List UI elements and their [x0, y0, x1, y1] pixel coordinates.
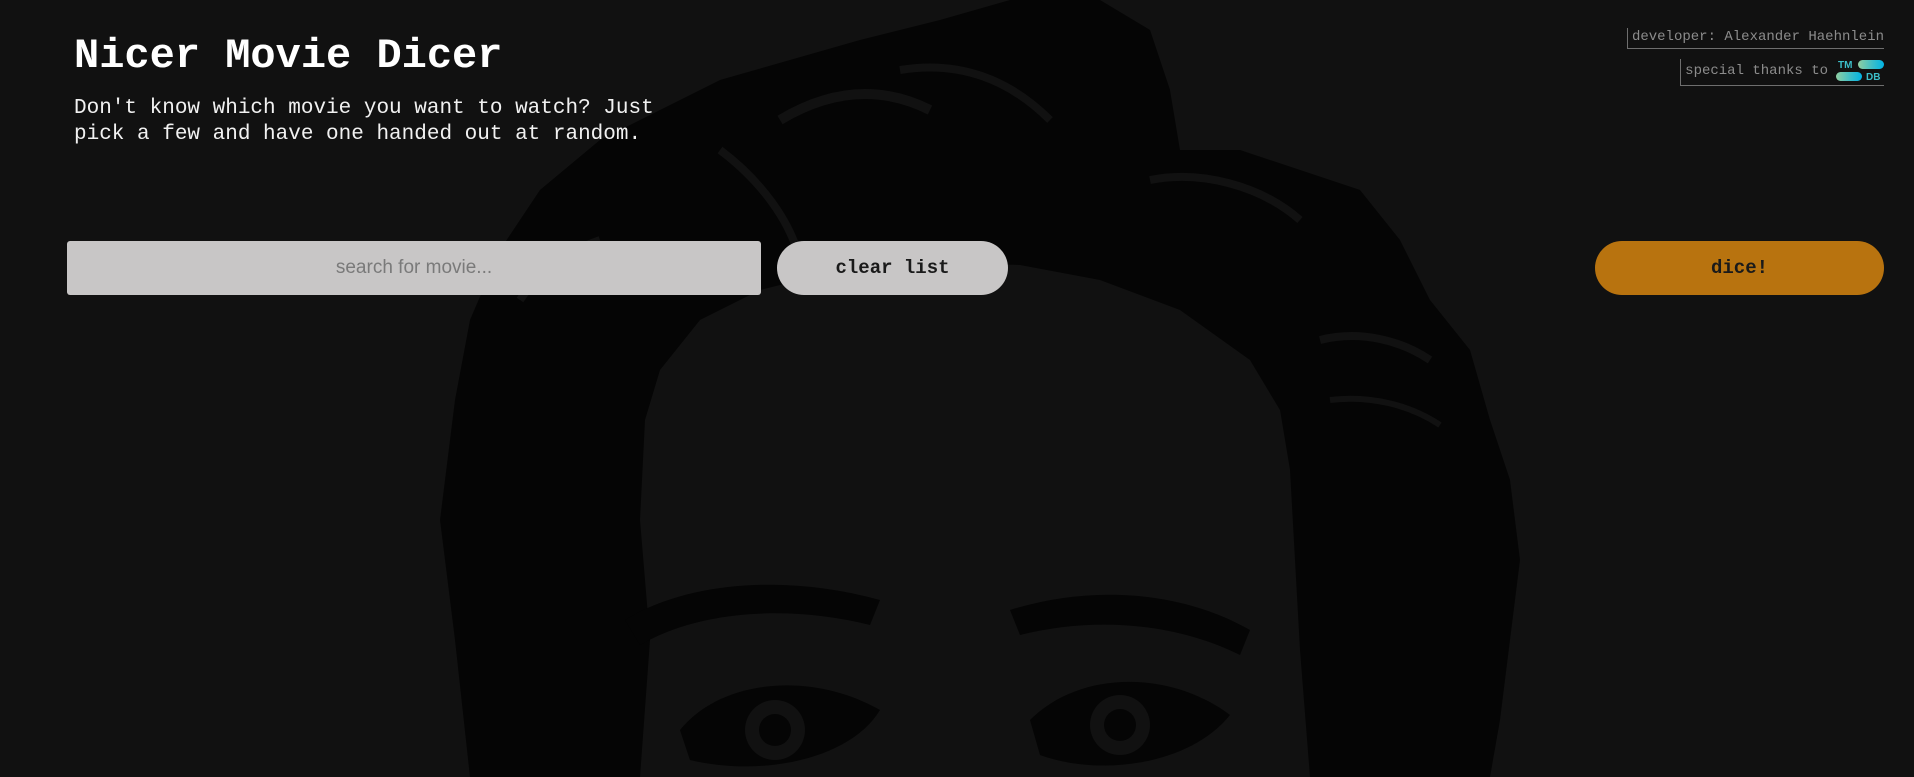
credits: developer: Alexander Haehnlein special t… — [1626, 28, 1884, 86]
page-title: Nicer Movie Dicer — [74, 32, 503, 80]
thanks-label: special thanks to — [1685, 63, 1828, 79]
movie-search-input[interactable] — [67, 241, 761, 295]
tmdb-logo-top: TM — [1838, 60, 1852, 71]
header: Nicer Movie Dicer Don't know which movie… — [74, 30, 664, 148]
developer-credit[interactable]: developer: Alexander Haehnlein — [1626, 28, 1884, 49]
dice-button[interactable]: dice! — [1595, 241, 1884, 295]
tmdb-logo-bottom: DB — [1866, 72, 1880, 83]
controls-bar: clear list dice! — [67, 241, 1884, 295]
tmdb-logo[interactable]: TM DB — [1836, 59, 1884, 83]
tmdb-credit[interactable]: special thanks to TM DB — [1680, 59, 1884, 86]
page-subtitle: Don't know which movie you want to watch… — [74, 97, 654, 146]
clear-list-button[interactable]: clear list — [777, 241, 1008, 295]
